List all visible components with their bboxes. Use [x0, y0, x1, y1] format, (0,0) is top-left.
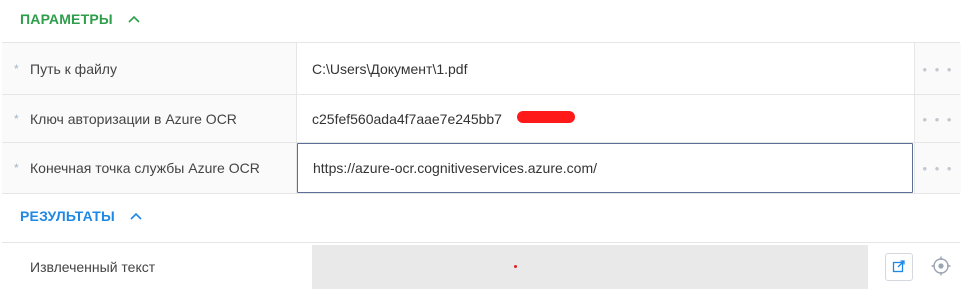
- result-label-extracted-text: Извлеченный текст: [30, 259, 156, 275]
- param-row-endpoint: * Конечная точка службы Azure OCR https:…: [2, 142, 961, 194]
- param-label-cell: * Путь к файлу: [2, 43, 297, 95]
- chevron-up-icon[interactable]: [127, 12, 141, 26]
- auth-key-value: c25fef560ada4f7aae7e245bb7: [312, 111, 502, 127]
- more-icon: • • •: [922, 160, 954, 176]
- param-label-auth-key: Ключ авторизации в Azure OCR: [30, 111, 237, 127]
- auth-key-more-button[interactable]: • • •: [914, 95, 961, 143]
- file-path-value: C:\Users\Документ\1.pdf: [312, 61, 468, 77]
- stray-dot: [514, 265, 517, 268]
- file-path-more-button[interactable]: • • •: [914, 43, 961, 95]
- required-marker: *: [14, 62, 19, 76]
- param-label-file-path: Путь к файлу: [30, 61, 117, 77]
- redaction-mark: [517, 111, 575, 123]
- param-row-file-path: * Путь к файлу C:\Users\Документ\1.pdf •…: [2, 42, 961, 95]
- parameters-section-header[interactable]: ПАРАМЕТРЫ: [0, 0, 962, 38]
- target-button[interactable]: [927, 253, 955, 281]
- parameters-title: ПАРАМЕТРЫ: [20, 11, 113, 27]
- more-icon: • • •: [922, 61, 954, 77]
- param-row-auth-key: * Ключ авторизации в Azure OCR c25fef560…: [2, 94, 961, 143]
- extracted-text-output[interactable]: [312, 245, 868, 289]
- required-marker: *: [14, 161, 19, 175]
- chevron-up-icon[interactable]: [129, 209, 143, 223]
- more-icon: • • •: [922, 111, 954, 127]
- endpoint-more-button[interactable]: • • •: [914, 143, 961, 193]
- output-variable-icon: [892, 259, 906, 276]
- result-row-extracted-text: Извлеченный текст: [2, 242, 960, 291]
- param-label-endpoint: Конечная точка службы Azure OCR: [30, 160, 260, 176]
- results-section-header[interactable]: РЕЗУЛЬТАТЫ: [0, 197, 962, 235]
- file-path-input[interactable]: C:\Users\Документ\1.pdf: [297, 43, 913, 95]
- output-variable-button[interactable]: [885, 253, 913, 281]
- auth-key-input[interactable]: c25fef560ada4f7aae7e245bb7: [297, 95, 913, 143]
- results-title: РЕЗУЛЬТАТЫ: [20, 208, 115, 224]
- target-icon: [931, 256, 951, 279]
- endpoint-value: https://azure-ocr.cognitiveservices.azur…: [313, 160, 598, 176]
- endpoint-input[interactable]: https://azure-ocr.cognitiveservices.azur…: [297, 143, 913, 193]
- required-marker: *: [14, 112, 19, 126]
- param-label-cell: * Ключ авторизации в Azure OCR: [2, 95, 297, 143]
- param-label-cell: * Конечная точка службы Azure OCR: [2, 143, 297, 193]
